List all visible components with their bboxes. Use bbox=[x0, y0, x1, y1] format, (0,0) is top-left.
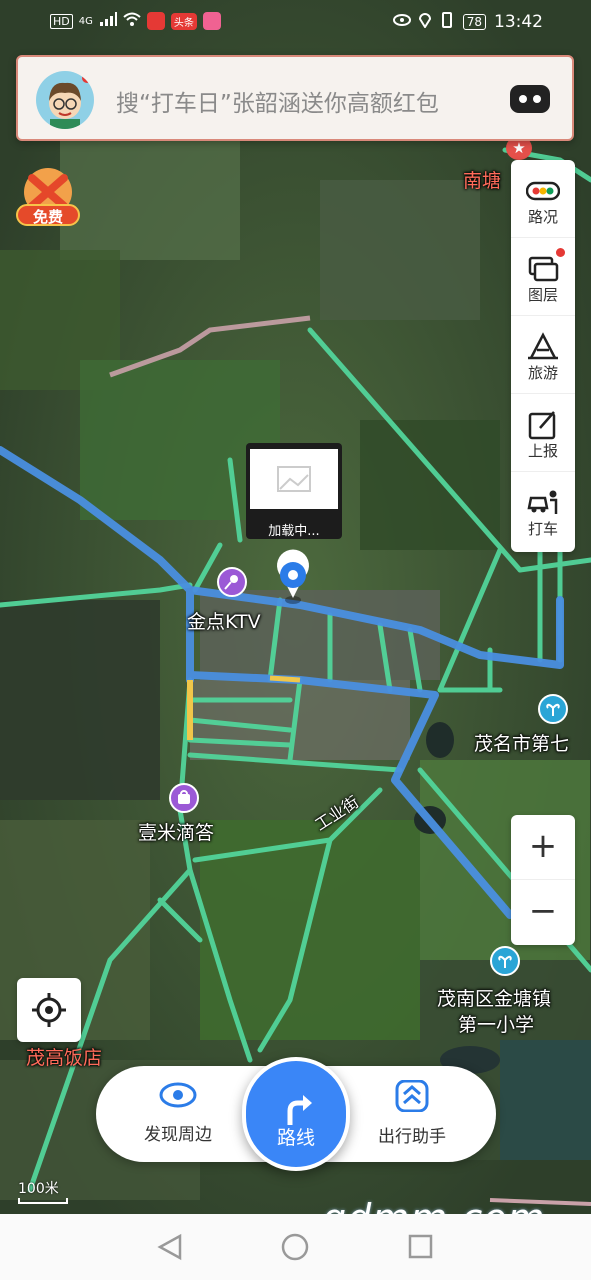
status-right-icons: 78 13:42 bbox=[392, 12, 543, 32]
discover-nearby-button[interactable]: 发现周边 bbox=[118, 1080, 238, 1145]
free-badge[interactable]: 免费 bbox=[10, 164, 86, 230]
eye-icon bbox=[159, 1082, 197, 1108]
traffic-label: 路况 bbox=[527, 208, 558, 226]
travel-assistant-button[interactable]: 出行助手 bbox=[352, 1079, 472, 1147]
scale-label: 100米 bbox=[18, 1181, 59, 1197]
edit-report-icon bbox=[528, 411, 556, 440]
location-icon bbox=[418, 12, 431, 32]
free-badge-label: 免费 bbox=[16, 204, 80, 226]
school-poi-icon[interactable] bbox=[538, 694, 568, 724]
status-time: 13:42 bbox=[494, 12, 543, 32]
battery-level: 78 bbox=[466, 15, 482, 29]
route-label: 路线 bbox=[276, 1127, 315, 1149]
voice-assistant-button[interactable] bbox=[508, 81, 552, 117]
map-label-hotel[interactable]: 茂高饭店 bbox=[26, 1043, 102, 1070]
map-scale: 100米 bbox=[18, 1178, 68, 1204]
map-label-jintang-school-2[interactable]: 第一小学 bbox=[458, 1010, 534, 1037]
report-label: 上报 bbox=[527, 442, 558, 460]
scale-bar bbox=[18, 1198, 68, 1204]
status-bar: HD 4G 头条 78 13:42 bbox=[0, 0, 591, 46]
taxi-label: 打车 bbox=[527, 520, 558, 538]
map-label-nantang[interactable]: 南塘 bbox=[463, 166, 501, 193]
locate-button[interactable] bbox=[17, 978, 81, 1042]
wifi-icon bbox=[123, 12, 141, 30]
map-view[interactable]: ★ 南塘 金点KTV 茂名市第七 壹米滴答 工业街 茂南区金塘镇 第一小学 茂高… bbox=[0, 0, 591, 1214]
discover-nearby-label: 发现周边 bbox=[144, 1125, 212, 1145]
back-icon[interactable] bbox=[157, 1233, 182, 1261]
zoom-out-button[interactable]: − bbox=[511, 880, 575, 945]
map-label-yimi[interactable]: 壹米滴答 bbox=[138, 818, 214, 845]
map-label-jintang-school-1[interactable]: 茂南区金塘镇 bbox=[437, 984, 551, 1011]
loading-popup[interactable]: 加载中... bbox=[246, 443, 342, 539]
taxi-button[interactable]: 打车 bbox=[511, 472, 575, 550]
yimi-poi-icon[interactable] bbox=[169, 783, 199, 813]
search-bar[interactable]: 搜“打车日”张韶涵送你高额红包 bbox=[16, 55, 574, 141]
travel-button[interactable]: 旅游 bbox=[511, 316, 575, 394]
signal-icon bbox=[99, 12, 117, 30]
home-icon[interactable] bbox=[281, 1233, 309, 1261]
system-navigation-bar bbox=[0, 1214, 591, 1280]
vibrate-icon bbox=[439, 12, 455, 32]
traffic-light-icon bbox=[526, 181, 560, 201]
hd-indicator: HD bbox=[50, 13, 73, 29]
zoom-in-button[interactable]: + bbox=[511, 815, 575, 880]
eye-icon bbox=[392, 13, 411, 31]
zoom-controls: + − bbox=[511, 815, 575, 945]
route-button[interactable]: 路线 bbox=[242, 1057, 350, 1171]
ktv-poi-icon[interactable] bbox=[217, 567, 247, 597]
status-left-icons: HD 4G 头条 bbox=[50, 12, 221, 30]
map-toolbar: 路况 图层 旅游 上报 打车 bbox=[511, 160, 575, 552]
toutiao-icon: 头条 bbox=[170, 12, 197, 30]
layers-label: 图层 bbox=[527, 286, 558, 304]
travel-icon bbox=[528, 332, 558, 360]
travel-label: 旅游 bbox=[527, 364, 558, 382]
recents-icon[interactable] bbox=[408, 1234, 433, 1259]
school-poi-icon[interactable] bbox=[490, 946, 520, 976]
avatar[interactable] bbox=[36, 71, 94, 129]
layers-notification-dot bbox=[556, 248, 565, 257]
layers-icon bbox=[528, 256, 559, 282]
traffic-button[interactable]: 路况 bbox=[511, 160, 575, 238]
assistant-icon bbox=[395, 1079, 429, 1113]
network-type: 4G bbox=[78, 15, 93, 27]
battery-icon: 78 bbox=[462, 14, 486, 30]
taxi-icon bbox=[527, 490, 558, 514]
search-input[interactable]: 搜“打车日”张韶涵送你高额红包 bbox=[116, 84, 439, 118]
image-placeholder-icon bbox=[250, 449, 338, 509]
mic-icon bbox=[146, 12, 165, 30]
travel-assistant-label: 出行助手 bbox=[378, 1127, 446, 1147]
report-button[interactable]: 上报 bbox=[511, 394, 575, 472]
map-label-ktv[interactable]: 金点KTV bbox=[187, 607, 261, 634]
app-icon bbox=[202, 12, 221, 30]
layers-button[interactable]: 图层 bbox=[511, 238, 575, 316]
map-label-maoming-school[interactable]: 茂名市第七 bbox=[474, 729, 569, 756]
notification-dot bbox=[82, 73, 92, 83]
loading-text: 加载中... bbox=[268, 524, 320, 539]
crosshair-icon bbox=[32, 993, 66, 1027]
